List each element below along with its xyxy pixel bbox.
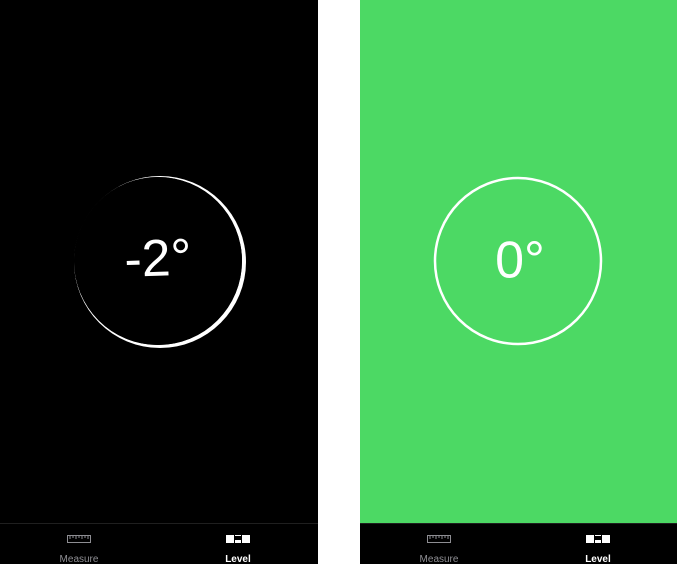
tab-level-label: Level bbox=[585, 554, 611, 564]
tab-level-label: Level bbox=[225, 554, 251, 564]
tab-measure-label: Measure bbox=[59, 554, 99, 564]
level-indicator: -2° bbox=[74, 176, 246, 348]
level-view: 0° bbox=[360, 0, 677, 523]
tab-bar: Measure Level bbox=[0, 523, 318, 564]
tab-level[interactable]: Level bbox=[558, 524, 638, 564]
ruler-icon bbox=[67, 535, 91, 543]
tab-measure[interactable]: Measure bbox=[399, 524, 479, 564]
angle-readout: -2° bbox=[123, 229, 192, 289]
level-icon bbox=[586, 535, 610, 543]
ruler-icon bbox=[427, 535, 451, 543]
level-screen-tilted: -2° Measure Level bbox=[0, 0, 318, 564]
angle-readout: 0° bbox=[495, 232, 545, 290]
tab-bar: Measure Level bbox=[360, 523, 677, 564]
tab-measure-label: Measure bbox=[419, 554, 459, 564]
level-view: -2° bbox=[0, 0, 318, 523]
level-screen-level: 0° Measure Level bbox=[360, 0, 677, 564]
level-indicator: 0° bbox=[433, 176, 603, 346]
tab-level[interactable]: Level bbox=[198, 524, 278, 564]
level-icon bbox=[226, 535, 250, 543]
tab-measure[interactable]: Measure bbox=[39, 524, 119, 564]
